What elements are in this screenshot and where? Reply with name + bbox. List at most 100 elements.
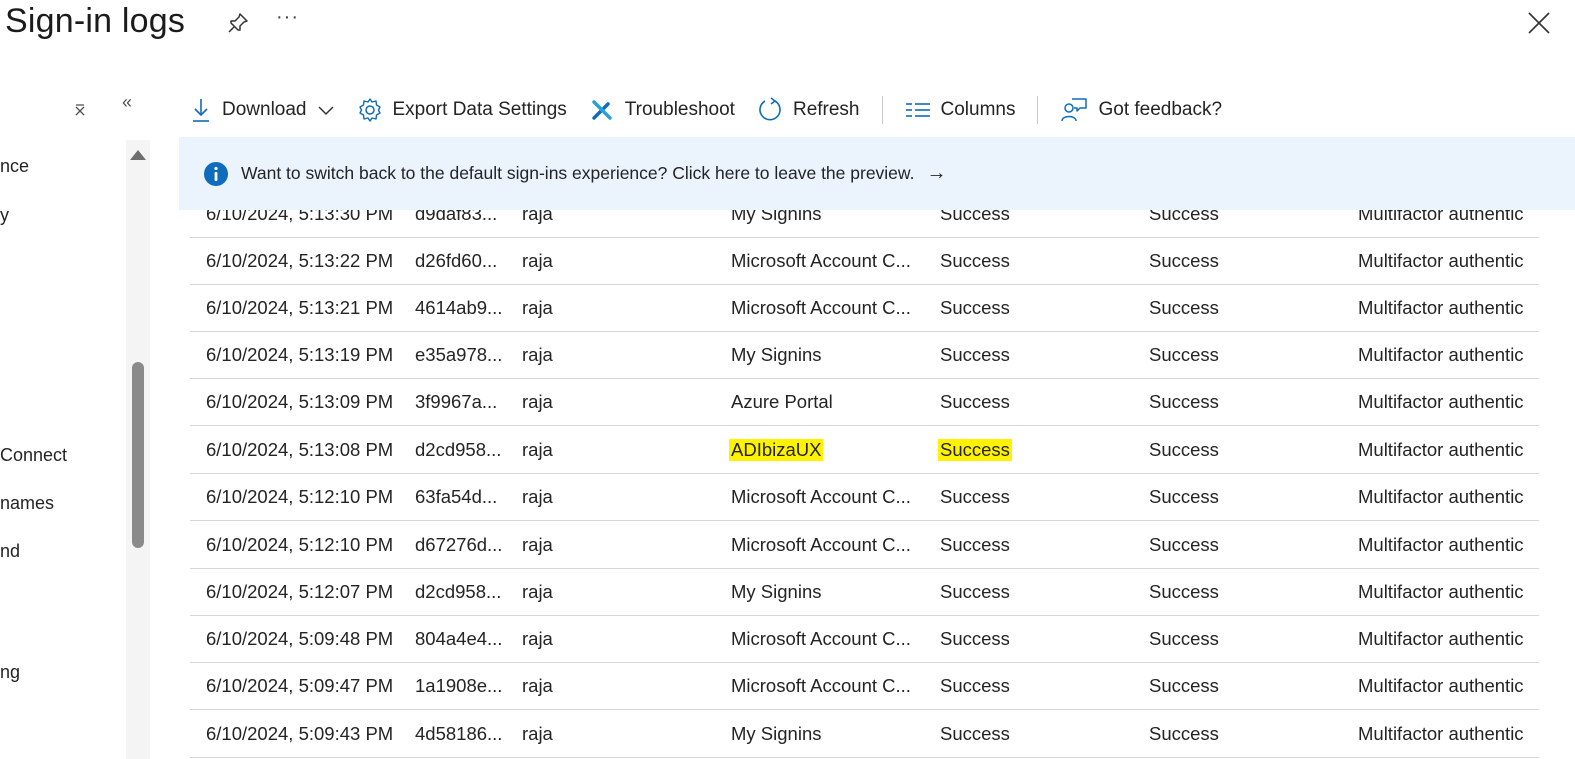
conditional-access-cell: Success <box>1149 675 1219 696</box>
arrow-right-icon[interactable]: → <box>926 162 946 185</box>
feedback-icon <box>1061 98 1088 122</box>
pin-icon[interactable] <box>226 11 250 35</box>
table-row[interactable]: 6/10/2024, 5:13:21 PM 4614ab9... raja Mi… <box>190 284 1539 332</box>
status-cell: Success <box>940 344 1010 365</box>
close-icon[interactable] <box>1526 10 1552 36</box>
application-cell: Microsoft Account C... <box>731 250 911 271</box>
command-bar: Download Export Data Settings Troublesho… <box>190 90 1244 130</box>
download-button[interactable]: Download <box>190 97 335 123</box>
date-cell: 6/10/2024, 5:13:30 PM <box>206 210 394 224</box>
table-row[interactable]: 6/10/2024, 5:09:48 PM 804a4e4... raja Mi… <box>190 615 1539 663</box>
export-data-settings-label: Export Data Settings <box>392 99 567 120</box>
gear-icon <box>358 98 381 122</box>
request-id-cell: 4d58186... <box>415 723 503 744</box>
conditional-access-cell: Success <box>1149 581 1219 602</box>
status-cell-highlighted: Success <box>938 439 1012 461</box>
user-cell: raja <box>522 297 553 318</box>
sign-in-table: 6/10/2024, 5:13:30 PM d9daf83... raja My… <box>190 210 1539 759</box>
sidebar-item[interactable]: nce <box>0 156 29 177</box>
request-id-cell: d2cd958... <box>415 439 502 460</box>
auth-requirement-cell: Multifactor authentic <box>1358 439 1524 460</box>
feedback-button[interactable]: Got feedback? <box>1060 96 1222 124</box>
auth-requirement-cell: Multifactor authentic <box>1358 391 1524 412</box>
request-id-cell: d67276d... <box>415 534 503 555</box>
application-cell: My Signins <box>731 344 822 365</box>
auth-requirement-cell: Multifactor authentic <box>1358 210 1524 224</box>
columns-icon <box>905 103 930 117</box>
columns-button[interactable]: Columns <box>905 99 1015 121</box>
status-cell: Success <box>940 391 1010 412</box>
date-cell: 6/10/2024, 5:12:07 PM <box>206 581 394 602</box>
date-cell: 6/10/2024, 5:13:09 PM <box>206 391 394 412</box>
date-cell: 6/10/2024, 5:09:43 PM <box>206 723 394 744</box>
table-row[interactable]: 6/10/2024, 5:13:30 PM d9daf83... raja My… <box>190 210 1539 238</box>
scroll-up-icon[interactable] <box>130 150 146 160</box>
request-id-cell: d9daf83... <box>415 210 498 224</box>
date-cell: 6/10/2024, 5:12:10 PM <box>206 534 394 555</box>
sidebar-item[interactable]: ng <box>0 662 20 683</box>
export-data-settings-button[interactable]: Export Data Settings <box>357 97 567 123</box>
table-row[interactable]: 6/10/2024, 5:12:10 PM d67276d... raja Mi… <box>190 521 1539 569</box>
application-cell: Microsoft Account C... <box>731 297 911 318</box>
info-icon <box>204 161 228 186</box>
user-cell: raja <box>522 628 553 649</box>
status-cell: Success <box>940 534 1010 555</box>
toolbar-divider <box>881 96 883 124</box>
sidebar-item[interactable]: Connect <box>0 445 67 466</box>
date-cell: 6/10/2024, 5:13:19 PM <box>206 344 394 365</box>
feedback-label: Got feedback? <box>1098 99 1223 120</box>
request-id-cell: 1a1908e... <box>415 675 503 696</box>
status-cell: Success <box>940 486 1010 507</box>
request-id-cell: d2cd958... <box>415 581 502 602</box>
table-row[interactable]: 6/10/2024, 5:09:47 PM 1a1908e... raja Mi… <box>190 662 1539 710</box>
collapse-sidebar-icon[interactable]: « <box>122 92 132 113</box>
table-row[interactable]: 6/10/2024, 5:09:43 PM 4d58186... raja My… <box>190 710 1539 758</box>
scrollbar-thumb[interactable] <box>132 362 144 548</box>
table-row[interactable]: 6/10/2024, 5:12:10 PM 63fa54d... raja Mi… <box>190 473 1539 521</box>
table-row[interactable]: 6/10/2024, 5:13:09 PM 3f9967a... raja Az… <box>190 378 1539 426</box>
sidebar-item[interactable]: names <box>0 493 54 514</box>
user-cell: raja <box>522 391 553 412</box>
conditional-access-cell: Success <box>1149 723 1219 744</box>
application-cell: Microsoft Account C... <box>731 628 911 649</box>
refresh-label: Refresh <box>792 99 860 120</box>
sidebar-clear-icon[interactable] <box>72 101 90 119</box>
user-cell: raja <box>522 250 553 271</box>
auth-requirement-cell: Multifactor authentic <box>1358 534 1524 555</box>
application-cell: My Signins <box>731 581 822 602</box>
status-cell: Success <box>940 210 1010 224</box>
sidebar-item[interactable]: y <box>0 205 9 226</box>
date-cell: 6/10/2024, 5:12:10 PM <box>206 486 394 507</box>
toolbar-divider <box>1037 96 1039 124</box>
auth-requirement-cell: Multifactor authentic <box>1358 723 1524 744</box>
auth-requirement-cell: Multifactor authentic <box>1358 628 1524 649</box>
refresh-icon <box>759 97 781 121</box>
preview-banner[interactable]: Want to switch back to the default sign-… <box>179 137 1575 210</box>
table-row[interactable]: 6/10/2024, 5:13:22 PM d26fd60... raja Mi… <box>190 237 1539 285</box>
application-cell-highlighted: ADIbizaUX <box>729 439 824 461</box>
user-cell: raja <box>522 723 553 744</box>
chevron-down-icon <box>317 106 334 116</box>
user-cell: raja <box>522 439 553 460</box>
date-cell: 6/10/2024, 5:13:08 PM <box>206 439 394 460</box>
table-row[interactable]: 6/10/2024, 5:12:07 PM d2cd958... raja My… <box>190 568 1539 616</box>
banner-text[interactable]: Want to switch back to the default sign-… <box>241 163 914 184</box>
table-row[interactable]: 6/10/2024, 5:13:19 PM e35a978... raja My… <box>190 331 1539 379</box>
status-cell: Success <box>940 628 1010 649</box>
status-cell: Success <box>940 297 1010 318</box>
troubleshoot-button[interactable]: Troubleshoot <box>589 97 735 123</box>
status-cell: Success <box>940 675 1010 696</box>
more-options-icon[interactable]: ··· <box>276 6 299 29</box>
table-row[interactable]: 6/10/2024, 5:13:08 PM d2cd958... raja AD… <box>190 426 1539 474</box>
download-label: Download <box>222 99 307 120</box>
user-cell: raja <box>522 581 553 602</box>
sidebar-item[interactable]: nd <box>0 541 20 562</box>
application-cell: Microsoft Account C... <box>731 486 911 507</box>
refresh-button[interactable]: Refresh <box>757 97 860 123</box>
request-id-cell: 4614ab9... <box>415 297 503 318</box>
application-cell: My Signins <box>731 210 822 224</box>
auth-requirement-cell: Multifactor authentic <box>1358 675 1524 696</box>
troubleshoot-label: Troubleshoot <box>624 99 735 120</box>
conditional-access-cell: Success <box>1149 250 1219 271</box>
conditional-access-cell: Success <box>1149 534 1219 555</box>
